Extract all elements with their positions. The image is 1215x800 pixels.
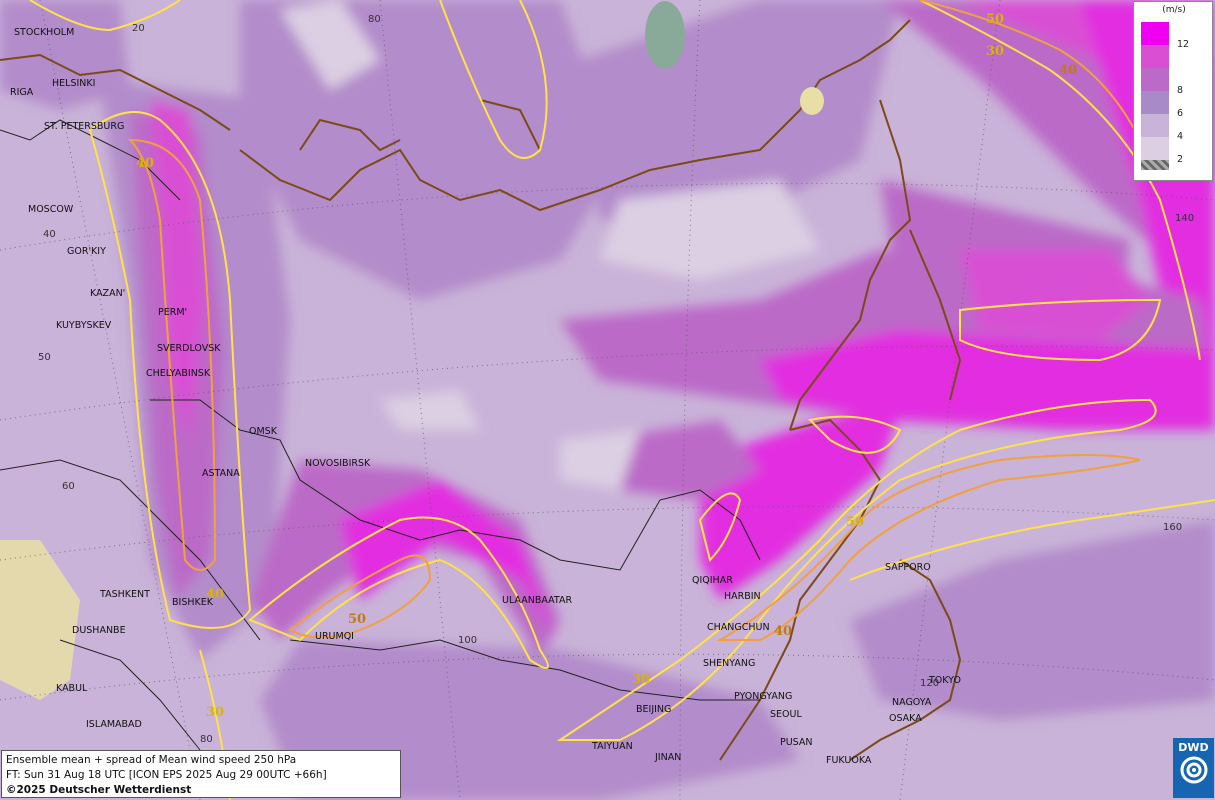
city-label: MOSCOW — [28, 204, 74, 215]
contour-label: 30 — [632, 672, 650, 687]
legend-swatch — [1141, 45, 1169, 68]
legend-swatch-below — [1141, 160, 1169, 170]
city-label: CHANGCHUN — [707, 622, 770, 633]
contour-label: 50 — [986, 12, 1004, 27]
grid-label: 100 — [458, 635, 477, 646]
contour-label: 40 — [1059, 63, 1077, 78]
wind-speed-map[interactable]: 208040506010012014016080 503040404050504… — [0, 0, 1215, 800]
city-label: TAIYUAN — [591, 741, 633, 752]
city-label: TASHKENT — [99, 589, 150, 600]
grid-label: 20 — [132, 23, 145, 34]
grid-label: 140 — [1175, 213, 1194, 224]
city-label: ISLAMABAD — [86, 719, 142, 730]
city-label: OSAKA — [889, 713, 922, 724]
island-patch — [800, 87, 824, 115]
legend-unit: (m/s) — [1162, 5, 1186, 15]
grid-label: 50 — [38, 352, 51, 363]
city-label: ULAANBAATAR — [502, 595, 572, 606]
city-label: DUSHANBE — [72, 625, 126, 636]
swirl-icon — [1180, 756, 1207, 784]
city-label: FUKUOKA — [826, 755, 872, 766]
city-label: SHENYANG — [703, 658, 755, 669]
dwd-logo-text: DWD — [1178, 741, 1209, 754]
city-label: HARBIN — [724, 591, 761, 602]
contour-label: 30 — [206, 705, 224, 720]
legend-swatch — [1141, 137, 1169, 160]
city-label: SVERDLOVSK — [157, 343, 221, 354]
city-label: KABUL — [56, 683, 88, 694]
grid-label: 40 — [43, 229, 56, 240]
city-label: BEIJING — [636, 704, 671, 715]
city-label: NAGOYA — [892, 697, 932, 708]
legend-swatch — [1141, 114, 1169, 137]
contour-label: 50 — [348, 612, 366, 627]
city-label: ST. PETERSBURG — [44, 121, 124, 132]
legend-swatch — [1141, 22, 1169, 45]
city-label: ASTANA — [202, 468, 240, 479]
city-label: TOKYO — [928, 675, 961, 686]
city-label: STOCKHOLM — [14, 27, 74, 38]
city-label: RIGA — [10, 87, 34, 98]
city-label: KAZAN' — [90, 288, 125, 299]
city-label: NOVOSIBIRSK — [305, 458, 371, 469]
contour-label: 50 — [846, 515, 864, 530]
legend-swatch — [1141, 91, 1169, 114]
city-label: KUYBYSKEV — [56, 320, 112, 331]
grid-label: 160 — [1163, 522, 1182, 533]
city-label: GOR'KIY — [67, 246, 106, 257]
legend-tick: 6 — [1177, 108, 1184, 119]
info-title: Ensemble mean + spread of Mean wind spee… — [6, 754, 297, 766]
legend-tick: 12 — [1177, 39, 1190, 50]
city-label: PYONGYANG — [734, 691, 792, 702]
city-label: JINAN — [654, 752, 681, 763]
city-label: PUSAN — [780, 737, 813, 748]
contour-label: 40 — [774, 624, 792, 639]
city-label: SEOUL — [770, 709, 802, 720]
contour-label: 30 — [986, 44, 1004, 59]
city-label: QIQIHAR — [692, 575, 733, 586]
legend-tick: 4 — [1177, 131, 1184, 142]
grid-label: 80 — [200, 734, 213, 745]
legend: (m/s) 12 8 6 4 2 — [1133, 1, 1213, 181]
info-box: Ensemble mean + spread of Mean wind spee… — [1, 750, 401, 798]
grid-label: 60 — [62, 481, 75, 492]
dwd-logo[interactable]: DWD — [1173, 738, 1214, 798]
legend-tick: 2 — [1177, 154, 1184, 165]
info-forecast-time: FT: Sun 31 Aug 18 UTC [ICON EPS 2025 Aug… — [6, 769, 327, 781]
legend-swatch — [1141, 68, 1169, 91]
grid-label: 80 — [368, 14, 381, 25]
city-label: BISHKEK — [172, 597, 214, 608]
lake-baikal — [645, 1, 685, 69]
city-label: OMSK — [249, 426, 278, 437]
city-label: CHELYABINSK — [146, 368, 211, 379]
info-copyright: ©2025 Deutscher Wetterdienst — [6, 784, 192, 796]
contour-label: 40 — [136, 156, 154, 171]
city-label: PERM' — [158, 307, 187, 318]
legend-tick: 8 — [1177, 85, 1184, 96]
city-label: HELSINKI — [52, 78, 95, 89]
city-label: SAPPORO — [885, 562, 931, 573]
city-label: URUMQI — [315, 631, 354, 642]
